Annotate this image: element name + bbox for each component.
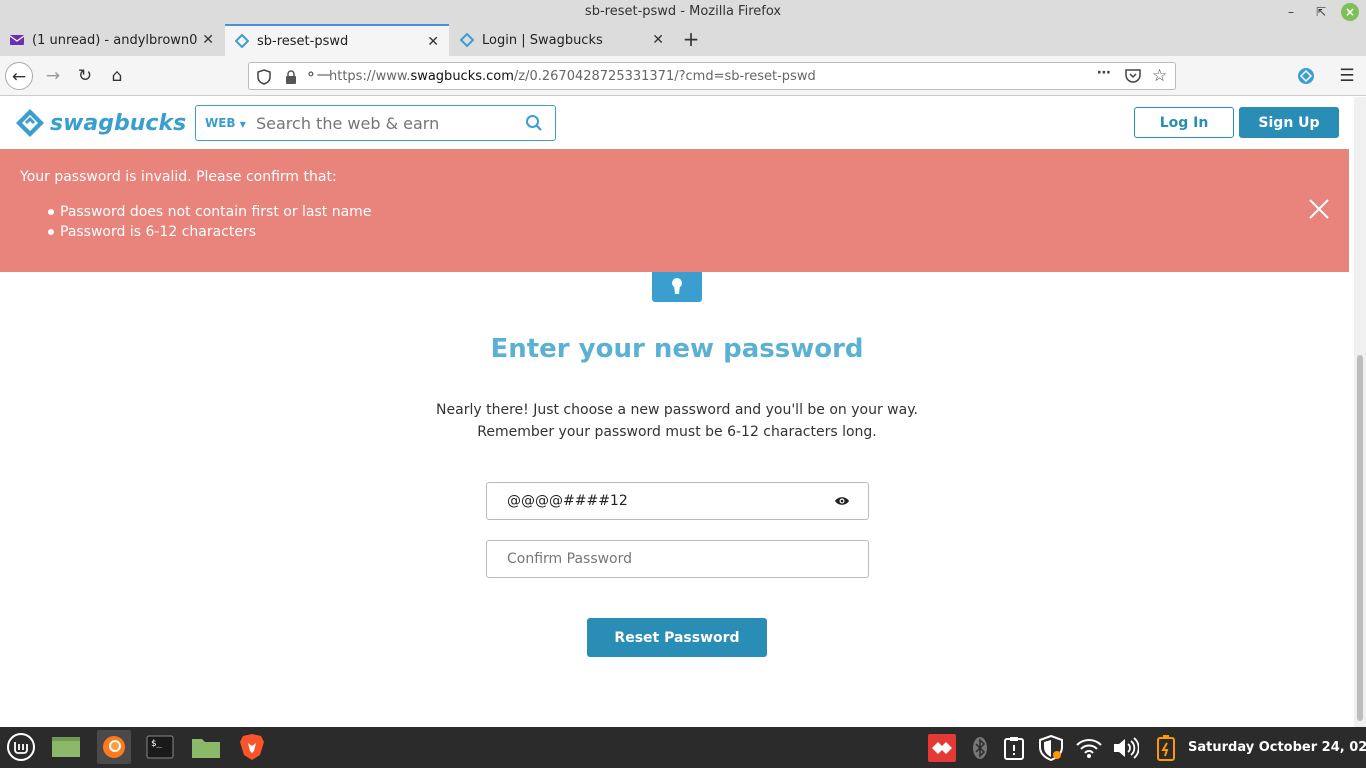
wifi-icon — [1076, 739, 1102, 758]
forward-button[interactable]: → — [39, 62, 67, 90]
confirm-password-field — [486, 540, 869, 578]
scrollbar-thumb[interactable] — [1357, 355, 1363, 721]
battery-tray-icon[interactable] — [1152, 734, 1180, 762]
svg-text:$_: $_ — [151, 739, 162, 749]
error-alert: Your password is invalid. Please confirm… — [0, 149, 1349, 272]
instructions-line-2: Remember your password must be 6-12 char… — [477, 424, 877, 440]
tab-bar: (1 unread) - andylbrown015 ✕ sb-reset-ps… — [0, 24, 1366, 56]
clipboard-tray-icon[interactable] — [1000, 734, 1028, 762]
site-header: swagbucks WEB ▼ Log In Sign Up — [0, 97, 1354, 149]
key-icon[interactable]: ⚬— — [305, 67, 331, 83]
swagbucks-logo-icon — [16, 109, 44, 137]
reload-button[interactable]: ↻ — [71, 62, 99, 90]
tab-label: sb-reset-pswd — [257, 33, 349, 49]
bookmark-star-icon[interactable]: ☆ — [1152, 66, 1167, 86]
taskbar-clock[interactable]: Saturday October 24, 02:12 — [1188, 740, 1366, 755]
brave-lion-icon — [240, 734, 264, 760]
home-button[interactable]: ⌂ — [103, 62, 131, 90]
shield-icon — [1039, 735, 1063, 761]
search-scope-dropdown[interactable]: WEB ▼ — [205, 116, 246, 130]
page-scrollbar[interactable] — [1354, 97, 1366, 727]
window-title: sb-reset-pswd - Mozilla Firefox — [584, 4, 782, 19]
clipboard-icon — [1004, 737, 1024, 760]
battery-charging-icon — [1157, 735, 1175, 761]
mail-icon — [10, 35, 24, 45]
url-domain: swagbucks.com — [410, 69, 514, 84]
wifi-tray-icon[interactable] — [1075, 734, 1103, 762]
firefox-taskbar-button[interactable] — [97, 730, 131, 764]
url-path: /z/0.2670428725331371/?cmd=sb-reset-pswd — [513, 69, 816, 84]
keyhole-icon — [672, 278, 682, 294]
brave-taskbar-button[interactable] — [235, 730, 269, 764]
anydesk-icon — [932, 742, 952, 754]
folder-icon — [192, 739, 220, 758]
alert-item: Password is 6-12 characters — [48, 222, 371, 242]
url-bar[interactable]: ⚬— https://www.swagbucks.com/z/0.2670428… — [248, 62, 1176, 90]
anydesk-tray-icon[interactable] — [928, 734, 956, 762]
confirm-password-input[interactable] — [507, 541, 827, 577]
desktop-icon — [52, 737, 80, 757]
close-window-button[interactable]: × — [1341, 3, 1359, 21]
url-prefix: https://www. — [329, 69, 411, 84]
reset-password-button[interactable]: Reset Password — [587, 618, 767, 657]
search-icon[interactable] — [525, 114, 543, 132]
show-desktop-button[interactable] — [49, 730, 83, 764]
bluetooth-tray-icon[interactable] — [966, 734, 994, 762]
close-tab-icon[interactable]: ✕ — [202, 32, 214, 48]
keyhole-badge — [652, 272, 702, 302]
new-password-input[interactable] — [507, 483, 827, 519]
tab-reset-password[interactable]: sb-reset-pswd ✕ — [225, 24, 449, 56]
bluetooth-icon — [973, 737, 987, 759]
mint-menu-button[interactable] — [4, 730, 38, 764]
swagbucks-icon — [235, 34, 249, 48]
back-button[interactable]: ← — [5, 62, 33, 90]
volume-tray-icon[interactable] — [1112, 734, 1140, 762]
minimize-button[interactable]: – — [1282, 3, 1300, 21]
tab-login-swagbucks[interactable]: Login | Swagbucks ✕ — [450, 24, 674, 56]
search-input[interactable] — [256, 108, 506, 138]
instructions-line-1: Nearly there! Just choose a new password… — [436, 402, 918, 418]
login-button[interactable]: Log In — [1134, 107, 1234, 138]
files-taskbar-button[interactable] — [189, 730, 223, 764]
close-tab-icon[interactable]: ✕ — [652, 32, 664, 48]
search-box: WEB ▼ — [195, 105, 556, 141]
tab-label: (1 unread) - andylbrown015 — [32, 32, 197, 48]
tab-label: Login | Swagbucks — [482, 32, 603, 48]
mint-menu-icon — [7, 733, 35, 761]
terminal-icon: $_ — [146, 735, 174, 759]
system-taskbar: $_ Saturday October 24, 02:12 — [0, 727, 1366, 768]
maximize-button[interactable]: ⇱ — [1312, 3, 1330, 21]
search-scope-label: WEB — [205, 116, 236, 130]
show-password-eye-icon[interactable] — [834, 495, 850, 507]
new-tab-button[interactable]: + — [680, 28, 702, 50]
tab-mail[interactable]: (1 unread) - andylbrown015 ✕ — [0, 24, 224, 56]
swagbucks-logo[interactable]: swagbucks — [14, 107, 186, 139]
alert-item: Password does not contain first or last … — [48, 202, 371, 222]
firefox-icon — [103, 736, 125, 758]
window-titlebar: sb-reset-pswd - Mozilla Firefox – ⇱ × — [0, 0, 1366, 24]
swagbucks-icon — [460, 33, 474, 47]
new-password-field — [486, 482, 869, 520]
navigation-toolbar: ← → ↻ ⌂ ⚬— https://www.swagbucks.com/z/0… — [0, 56, 1366, 96]
page-actions-icon[interactable]: ⋯ — [1097, 65, 1111, 81]
tracking-protection-icon[interactable] — [257, 69, 271, 85]
alert-list: Password does not contain first or last … — [48, 202, 371, 242]
url-text[interactable]: https://www.swagbucks.com/z/0.2670428725… — [329, 69, 816, 84]
close-icon[interactable] — [1308, 198, 1330, 220]
page-title: Enter your new password — [490, 334, 864, 364]
logo-text: swagbucks — [50, 110, 187, 136]
swagbucks-extension-icon[interactable] — [1297, 67, 1315, 85]
caret-down-icon: ▼ — [239, 120, 246, 129]
terminal-taskbar-button[interactable]: $_ — [143, 730, 177, 764]
signup-button[interactable]: Sign Up — [1239, 107, 1339, 138]
close-tab-icon[interactable]: ✕ — [427, 34, 439, 50]
menu-hamburger-icon[interactable]: ☰ — [1333, 62, 1361, 90]
alert-title: Your password is invalid. Please confirm… — [20, 169, 337, 185]
volume-icon — [1114, 737, 1139, 759]
pocket-icon[interactable] — [1125, 69, 1141, 84]
lock-icon[interactable] — [285, 70, 297, 84]
update-shield-tray-icon[interactable] — [1037, 734, 1065, 762]
